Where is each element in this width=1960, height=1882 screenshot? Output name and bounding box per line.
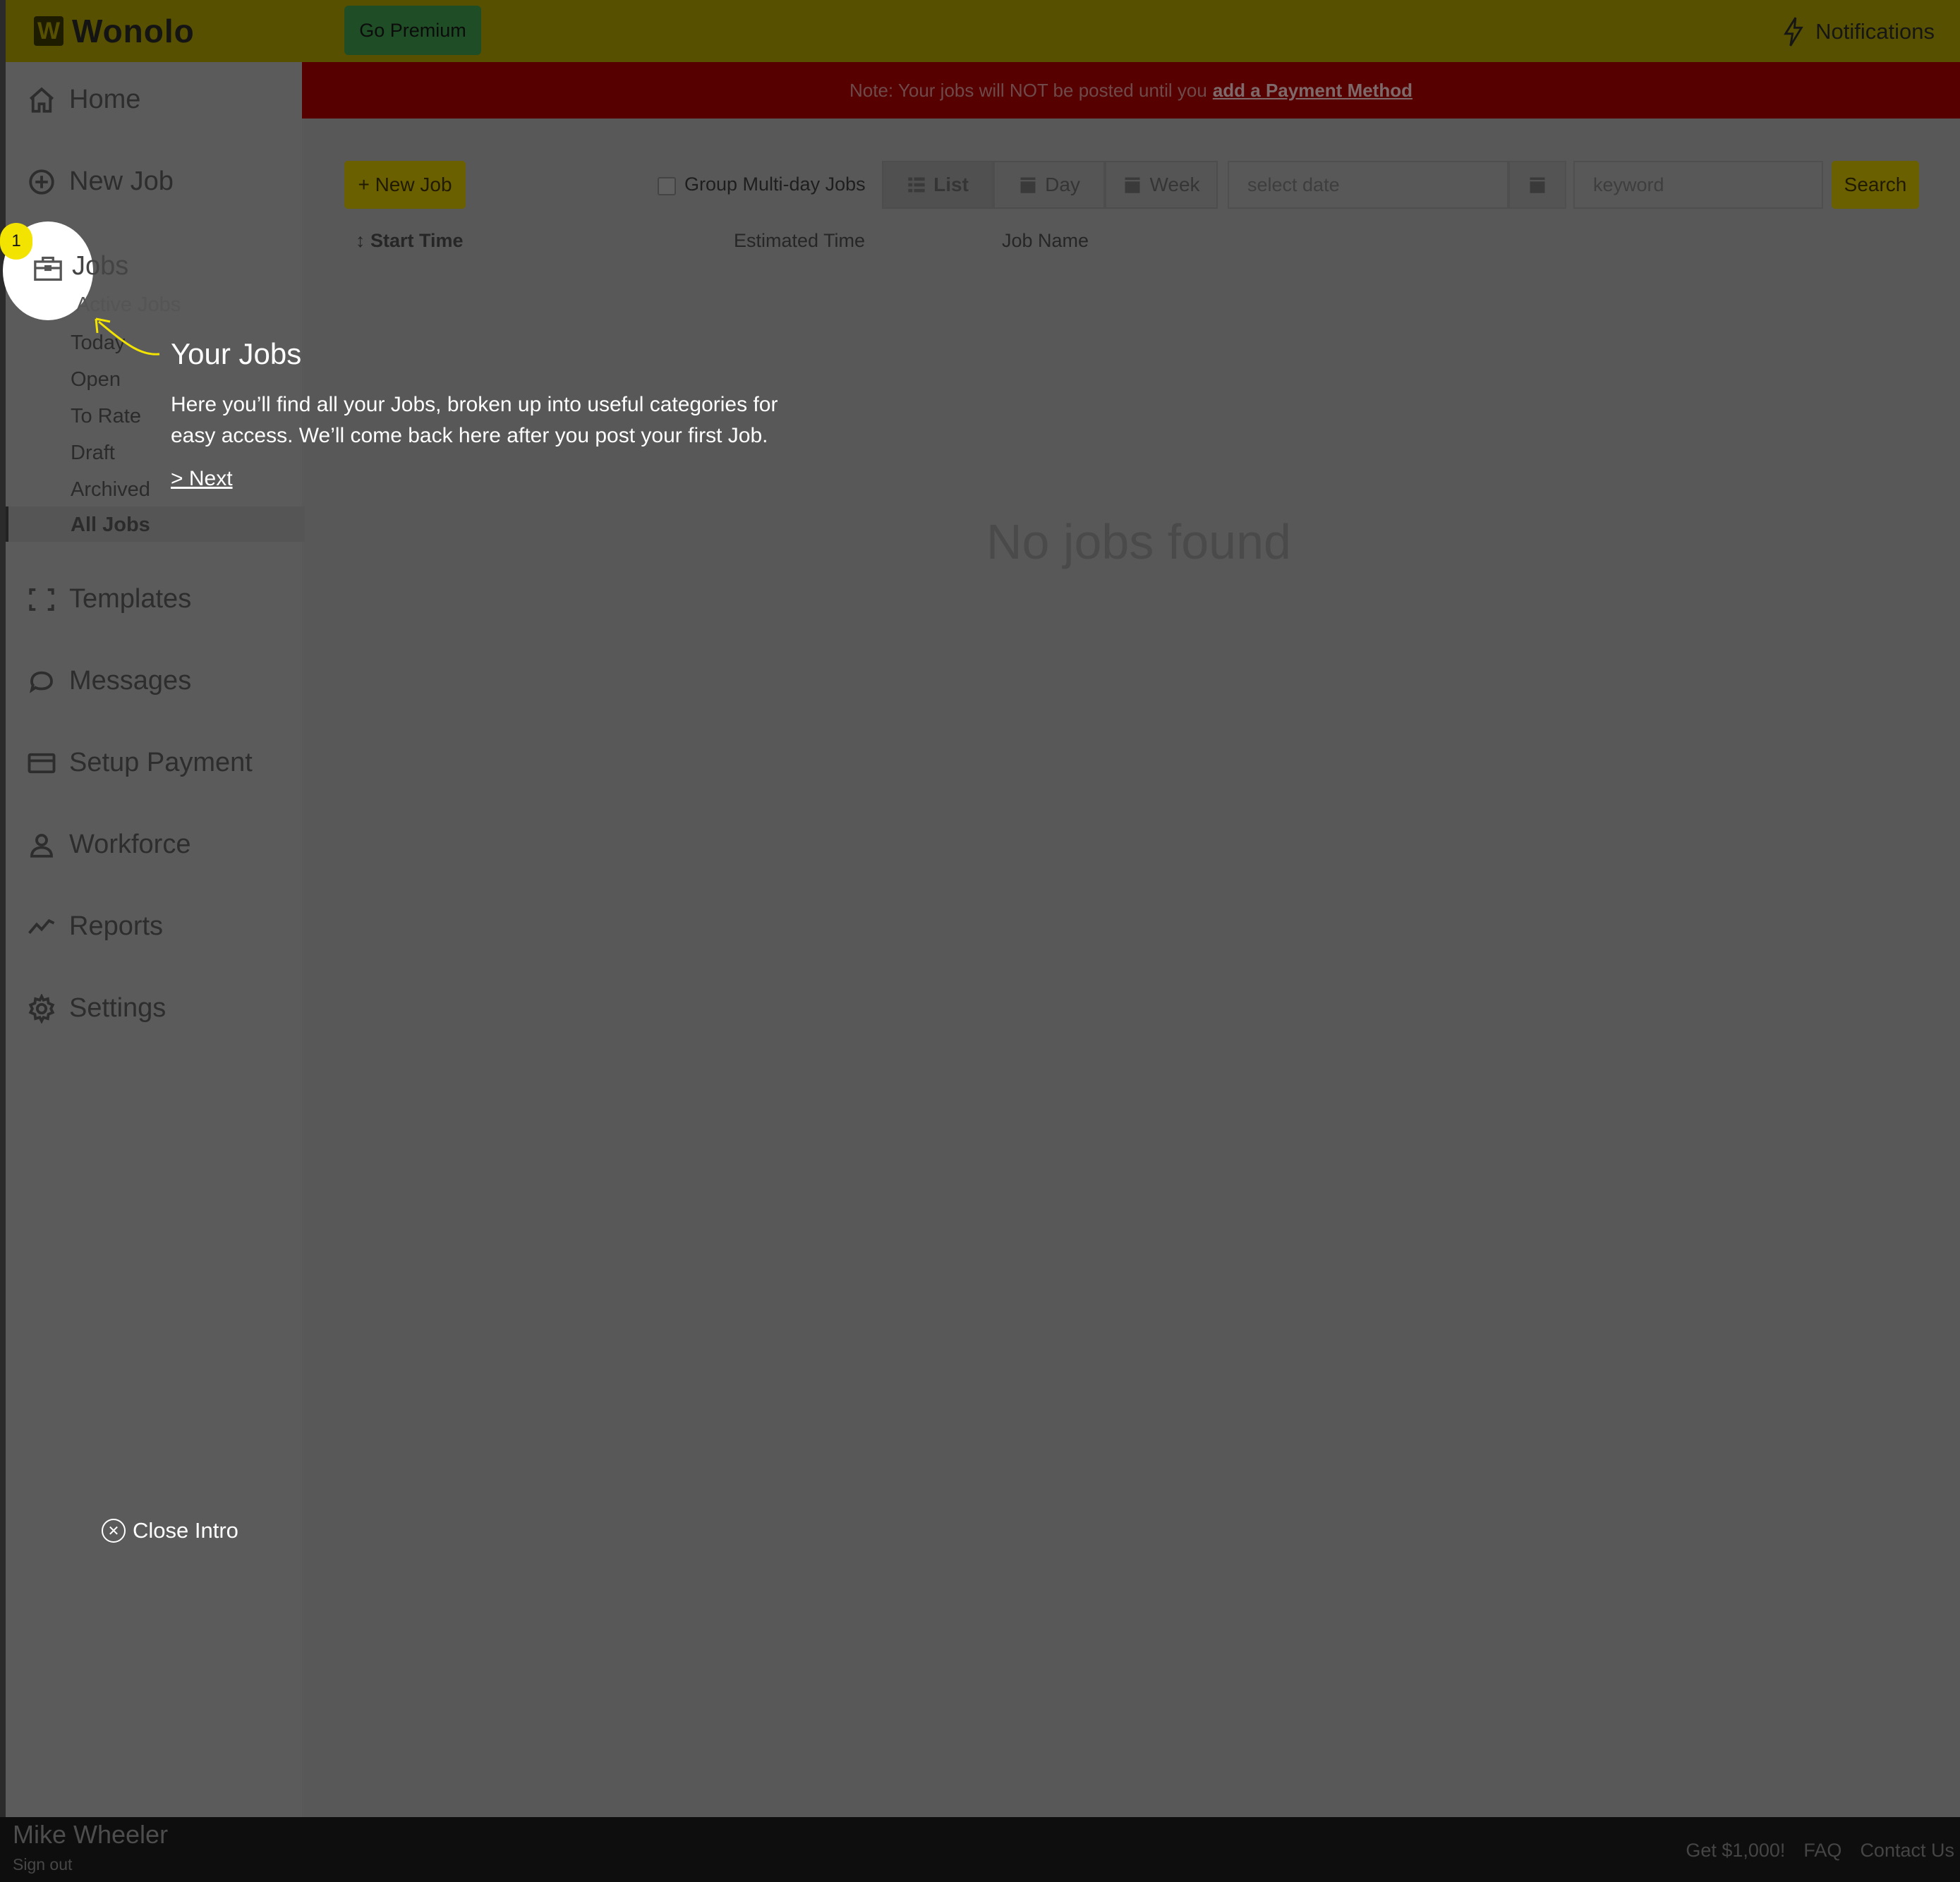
credit-card-icon [28, 753, 56, 773]
tour-step-badge: 1 [0, 223, 32, 260]
sidebar-item-home[interactable]: Home [27, 85, 140, 115]
calendar-icon [1020, 177, 1036, 193]
view-week-label: Week [1149, 174, 1200, 195]
sidebar-item-templates[interactable]: Templates [27, 584, 191, 614]
sidebar-item-label: Messages [69, 666, 192, 696]
sign-out-link[interactable]: Sign out [13, 1855, 72, 1874]
view-list-label: List [933, 174, 969, 195]
column-start-time[interactable]: ↕ Start Time [356, 230, 464, 252]
logo-mark: W [34, 16, 63, 46]
calendar-icon [1530, 177, 1545, 193]
banner-text: Note: Your jobs will NOT be posted until… [849, 79, 1207, 101]
sidebar-sub-draft[interactable]: Draft [71, 442, 115, 465]
sidebar-item-new-job[interactable]: New Job [27, 166, 174, 197]
person-icon [30, 833, 53, 858]
close-intro-button[interactable]: ✕ Close Intro [102, 1518, 238, 1543]
view-day-label: Day [1045, 174, 1080, 195]
notifications-label: Notifications [1815, 19, 1935, 44]
payment-warning-banner: Note: Your jobs will NOT be posted until… [302, 62, 1960, 119]
tour-body: Here you’ll find all your Jobs, broken u… [171, 393, 778, 447]
sidebar-item-label: New Job [69, 166, 174, 196]
user-name: Mike Wheeler [13, 1820, 169, 1849]
sidebar-item-setup-payment[interactable]: Setup Payment [27, 748, 253, 778]
sidebar-active-row [6, 506, 305, 542]
calendar-icon [1125, 177, 1140, 193]
home-icon [29, 87, 54, 113]
footer-link-faq[interactable]: FAQ [1803, 1840, 1841, 1862]
sidebar-sub-open[interactable]: Open [71, 368, 121, 391]
trend-line-icon [28, 918, 55, 934]
column-job-name: Job Name [1002, 230, 1089, 251]
logo[interactable]: W Wonolo [34, 13, 195, 49]
sidebar-sub-archived[interactable]: Archived [71, 478, 150, 502]
sidebar-item-reports[interactable]: Reports [27, 911, 163, 942]
view-week-button[interactable]: Week [1105, 161, 1218, 209]
logo-text: Wonolo [72, 13, 195, 49]
sidebar-item-jobs[interactable]: Jobs [72, 251, 128, 281]
close-circle-icon: ✕ [102, 1519, 126, 1543]
lightning-icon [1784, 17, 1803, 47]
sidebar-sub-to-rate[interactable]: To Rate [71, 405, 141, 428]
tour-title: Your Jobs [171, 337, 302, 370]
bracket-frame-icon [29, 588, 54, 611]
date-picker-button[interactable] [1508, 161, 1566, 209]
chat-bubble-icon [29, 671, 53, 693]
tour-arrow-icon [95, 317, 160, 356]
footer-link-contact[interactable]: Contact Us [1860, 1840, 1954, 1862]
sidebar-item-label: Templates [69, 584, 192, 614]
sidebar-item-messages[interactable]: Messages [27, 666, 191, 696]
footer-bar [0, 1817, 1960, 1882]
notifications-link[interactable]: Notifications [1781, 13, 1935, 51]
keyword-input[interactable]: keyword [1573, 161, 1823, 209]
footer-links: Get $1,000! FAQ Contact Us [1686, 1840, 1954, 1862]
empty-state-message: No jobs found [986, 514, 1291, 569]
sidebar-sub-active-jobs[interactable]: Active Jobs [76, 293, 181, 317]
plus-circle-icon [29, 169, 54, 195]
view-list-button[interactable]: List [882, 161, 993, 209]
date-input[interactable]: select date [1228, 161, 1508, 209]
sidebar-item-workforce[interactable]: Workforce [27, 830, 190, 860]
search-button[interactable]: Search [1832, 161, 1919, 209]
sidebar-item-label: Workforce [69, 830, 191, 859]
new-job-button[interactable]: + New Job [344, 161, 466, 209]
column-estimated-time: Estimated Time [734, 230, 866, 251]
briefcase-icon [34, 256, 62, 281]
close-intro-label: Close Intro [133, 1518, 238, 1543]
group-multiday-checkbox[interactable] [658, 177, 676, 195]
sidebar-item-label: Setup Payment [69, 748, 253, 777]
list-icon [908, 177, 925, 193]
sidebar-item-settings[interactable]: Settings [27, 993, 166, 1024]
view-day-button[interactable]: Day [993, 161, 1105, 209]
go-premium-button[interactable]: Go Premium [344, 6, 481, 55]
sidebar-item-label: Settings [69, 993, 167, 1023]
gear-icon [28, 993, 55, 1024]
top-bar [6, 0, 1960, 62]
footer-link-referral[interactable]: Get $1,000! [1686, 1840, 1785, 1862]
sidebar-sub-all-jobs[interactable]: All Jobs [71, 514, 150, 537]
sidebar-item-label: Reports [69, 911, 164, 941]
add-payment-method-link[interactable]: add a Payment Method [1213, 80, 1412, 102]
group-multiday-label[interactable]: Group Multi-day Jobs [684, 174, 866, 195]
sidebar-item-label: Home [69, 85, 141, 114]
tour-next-link[interactable]: > Next [171, 467, 233, 491]
